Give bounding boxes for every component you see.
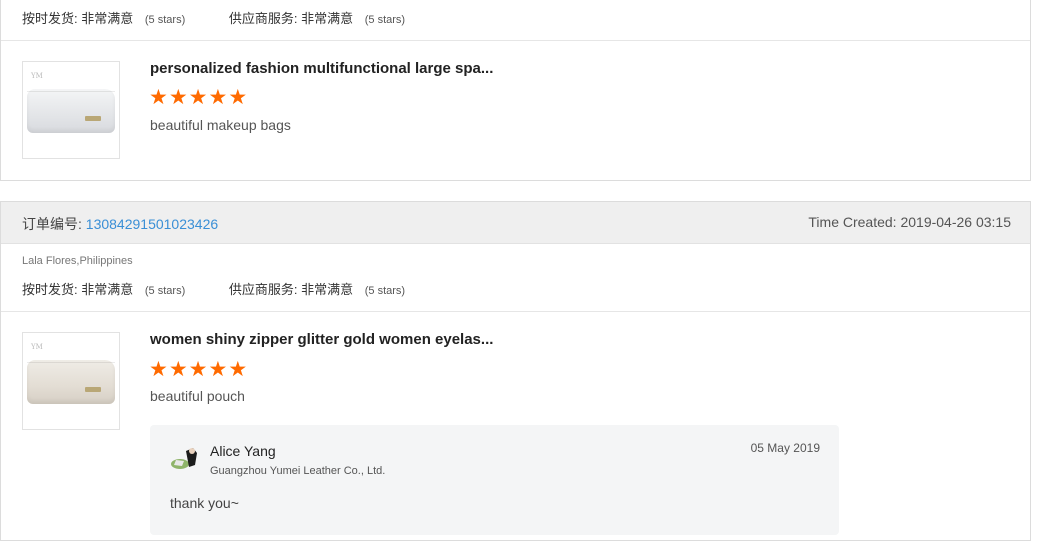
divider — [1, 311, 1030, 312]
delivery-label: 按时发货: — [22, 11, 78, 26]
review-text: beautiful pouch — [150, 388, 245, 404]
star-rating: ★★★★★ — [149, 358, 248, 381]
star-icon: ★ — [149, 358, 168, 381]
supplier-name: Alice Yang — [210, 443, 276, 459]
bag-image — [27, 89, 115, 133]
star-icon: ★ — [168, 358, 188, 381]
star-icon: ★ — [188, 358, 208, 381]
order-id: 订单编号: 13084291501023426 — [22, 214, 218, 234]
buyer-info: Lala Flores,Philippines — [22, 255, 133, 267]
rating-summary: 按时发货: 非常满意 (5 stars) 供应商服务: 非常满意 (5 star… — [22, 279, 405, 298]
delivery-label: 按时发货: — [22, 282, 78, 297]
service-stars: (5 stars) — [364, 14, 406, 26]
service-label: 供应商服务: — [228, 11, 298, 26]
product-thumbnail[interactable]: YM — [22, 332, 120, 430]
service-stars: (5 stars) — [364, 285, 406, 297]
time-created: Time Created: 2019-04-26 03:15 — [808, 214, 1011, 230]
divider — [1, 40, 1030, 41]
star-icon: ★ — [208, 86, 228, 109]
product-title[interactable]: women shiny zipper glitter gold women ey… — [150, 331, 493, 348]
service-value: 非常满意 — [301, 282, 354, 297]
product-title[interactable]: personalized fashion multifunctional lar… — [150, 60, 493, 77]
rating-summary: 按时发货: 非常满意 (5 stars) 供应商服务: 非常满意 (5 star… — [22, 8, 405, 27]
star-icon: ★ — [208, 358, 228, 381]
service-label: 供应商服务: — [228, 282, 298, 297]
reply-message: thank you~ — [170, 495, 239, 511]
star-rating: ★★★★★ — [149, 86, 248, 109]
order-header: 订单编号: 13084291501023426 Time Created: 20… — [1, 202, 1030, 244]
reply-date: 05 May 2019 — [750, 441, 820, 455]
order-label: 订单编号: — [22, 216, 82, 232]
supplier-reply: Alice Yang Guangzhou Yumei Leather Co., … — [150, 425, 839, 535]
order-card: 按时发货: 非常满意 (5 stars) 供应商服务: 非常满意 (5 star… — [0, 0, 1031, 181]
supplier-avatar — [170, 445, 202, 473]
delivery-value: 非常满意 — [81, 11, 134, 26]
review-text: beautiful makeup bags — [150, 117, 291, 133]
thumb-logo: YM — [31, 343, 43, 351]
delivery-stars: (5 stars) — [144, 14, 186, 26]
star-icon: ★ — [228, 358, 248, 381]
thumb-logo: YM — [31, 72, 43, 80]
delivery-stars: (5 stars) — [144, 285, 186, 297]
star-icon: ★ — [149, 86, 168, 109]
star-icon: ★ — [228, 86, 248, 109]
order-card: 订单编号: 13084291501023426 Time Created: 20… — [0, 201, 1031, 541]
star-icon: ★ — [188, 86, 208, 109]
supplier-company: Guangzhou Yumei Leather Co., Ltd. — [210, 465, 386, 477]
delivery-value: 非常满意 — [81, 282, 134, 297]
product-thumbnail[interactable]: YM — [22, 61, 120, 159]
service-value: 非常满意 — [301, 11, 354, 26]
bag-image — [27, 360, 115, 404]
order-number-link[interactable]: 13084291501023426 — [86, 216, 218, 232]
star-icon: ★ — [168, 86, 188, 109]
